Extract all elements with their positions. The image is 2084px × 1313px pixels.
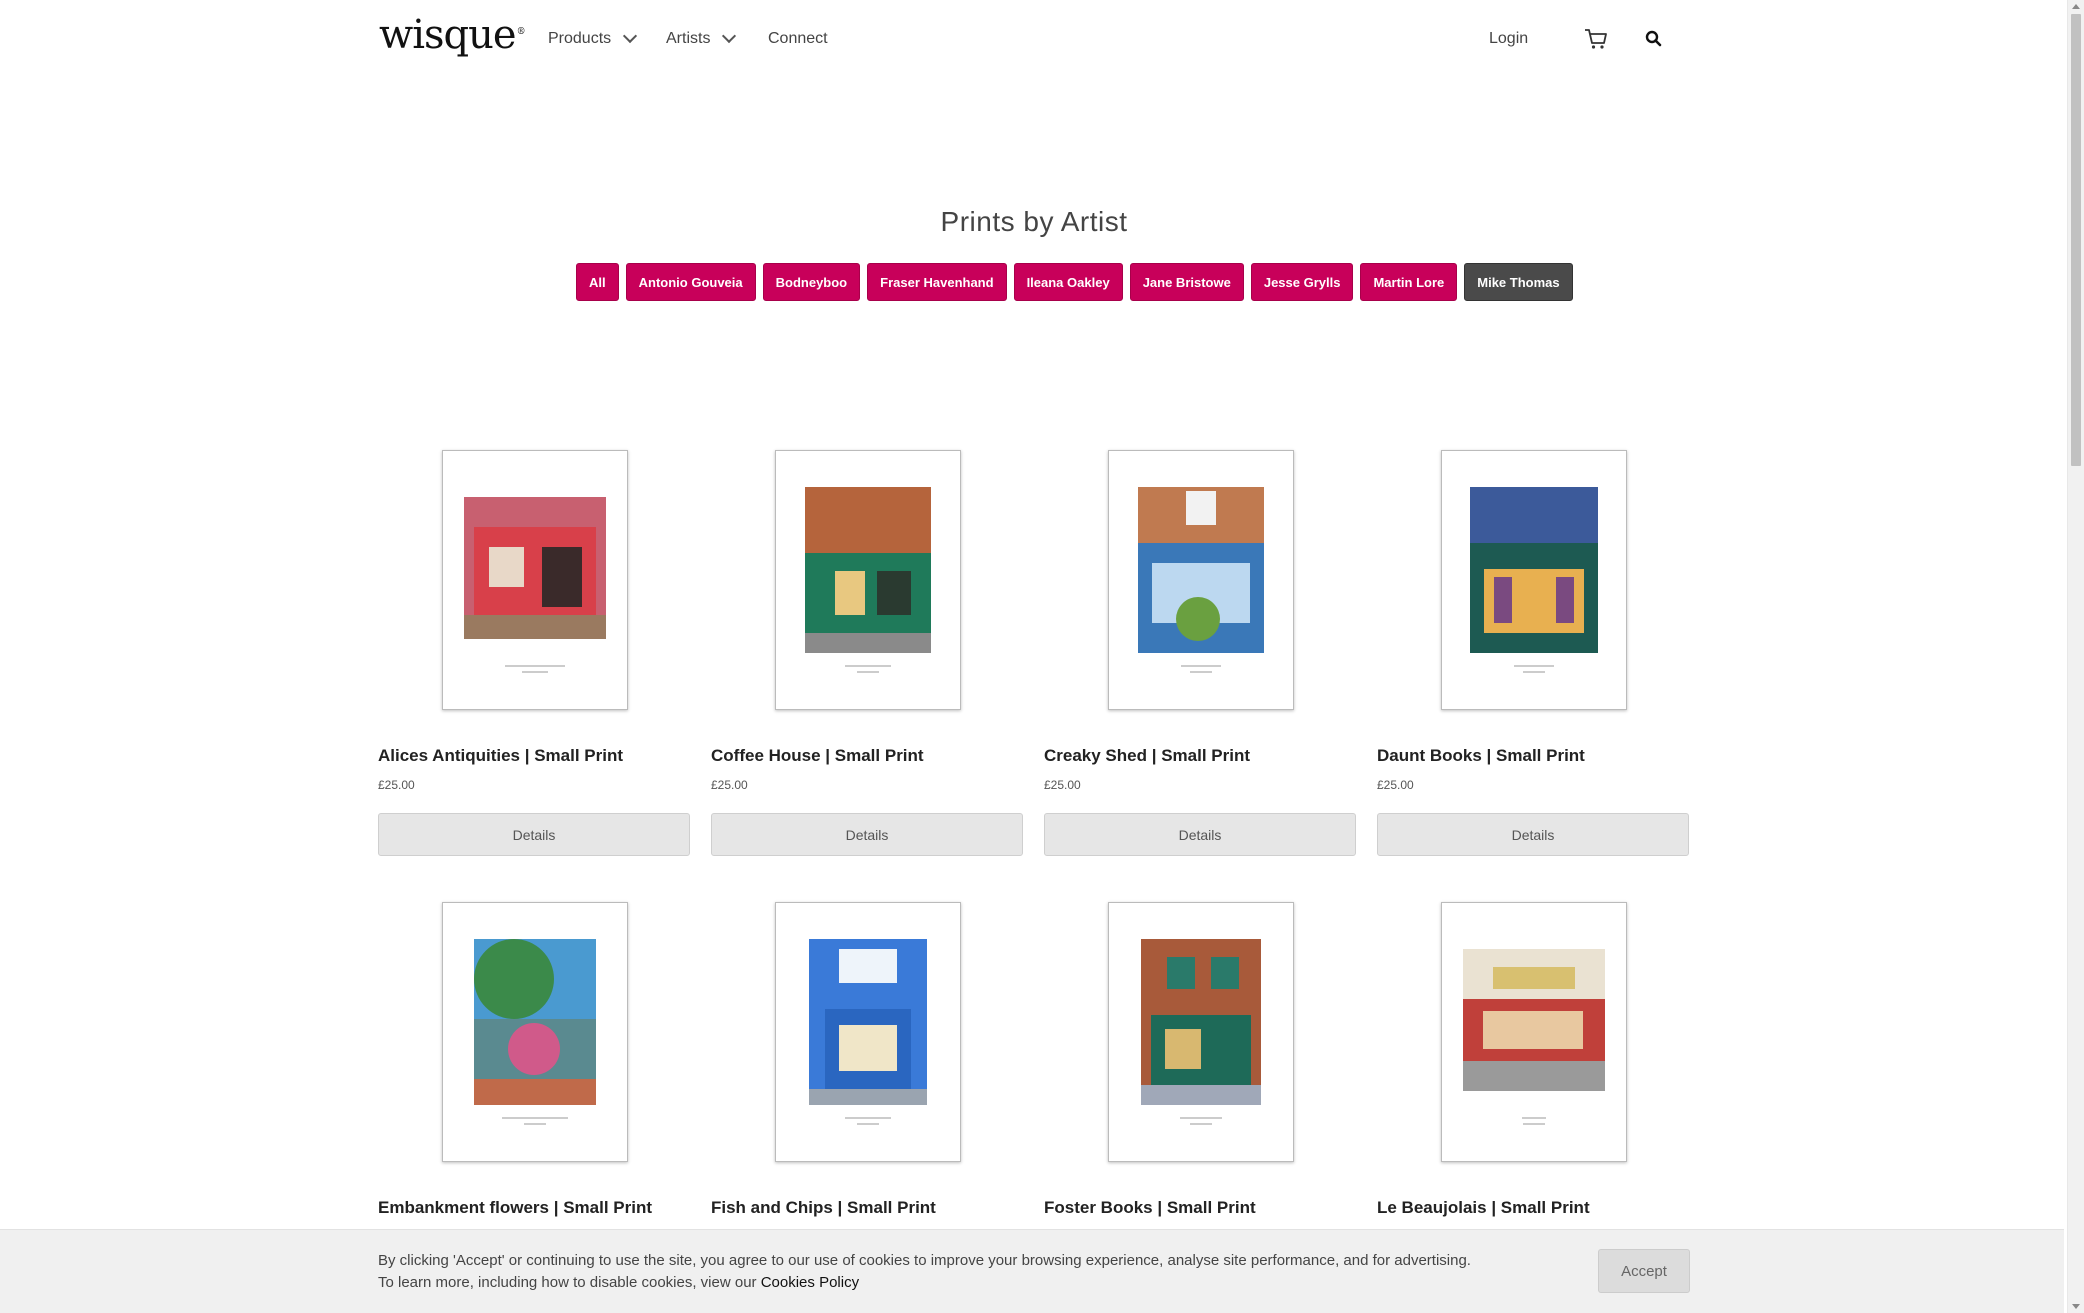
product-title[interactable]: Le Beaujolais | Small Print	[1377, 1198, 1590, 1218]
page-scrollbar[interactable]	[2067, 0, 2084, 1313]
product-grid: Alices Antiquities | Small Print £25.00 …	[378, 450, 1691, 1308]
product-price: £25.00	[1377, 778, 1414, 792]
product-title[interactable]: Foster Books | Small Print	[1044, 1198, 1256, 1218]
product-image[interactable]	[442, 902, 628, 1162]
product-card: Alices Antiquities | Small Print £25.00 …	[378, 450, 690, 856]
filter-jesse-grylls[interactable]: Jesse Grylls	[1250, 263, 1354, 301]
login-link[interactable]: Login	[1489, 30, 1528, 48]
product-image[interactable]	[775, 902, 961, 1162]
print-artwork	[464, 497, 606, 639]
nav-artists-label: Artists	[666, 30, 711, 47]
product-title[interactable]: Alices Antiquities | Small Print	[378, 746, 623, 766]
filter-bodneyboo[interactable]: Bodneyboo	[762, 263, 861, 301]
print-artwork	[809, 939, 927, 1105]
nav-connect-label: Connect	[768, 30, 828, 47]
product-image[interactable]	[442, 450, 628, 710]
wisque-logo[interactable]: wisque®	[379, 12, 526, 58]
site-header: wisque® Products Artists Connect Login	[0, 0, 2064, 80]
product-price: £25.00	[711, 778, 748, 792]
scroll-up-arrow-icon[interactable]	[2072, 4, 2080, 9]
details-button[interactable]: Details	[1044, 813, 1356, 856]
cookie-line-1: By clicking 'Accept' or continuing to us…	[378, 1252, 1471, 1269]
details-button[interactable]: Details	[1377, 813, 1689, 856]
nav-products[interactable]: Products	[548, 28, 638, 48]
filter-fraser-havenhand[interactable]: Fraser Havenhand	[867, 263, 1007, 301]
product-title[interactable]: Creaky Shed | Small Print	[1044, 746, 1250, 766]
filter-martin-lore[interactable]: Martin Lore	[1360, 263, 1458, 301]
product-image[interactable]	[1108, 902, 1294, 1162]
print-artwork	[1141, 939, 1261, 1105]
product-image[interactable]	[775, 450, 961, 710]
cookie-line-2: To learn more, including how to disable …	[378, 1274, 860, 1291]
product-title[interactable]: Embankment flowers | Small Print	[378, 1198, 652, 1218]
print-artwork	[1138, 487, 1264, 653]
search-icon[interactable]	[1645, 30, 1663, 48]
product-card: Coffee House | Small Print £25.00 Detail…	[711, 450, 1023, 856]
nav-artists[interactable]: Artists	[666, 28, 737, 48]
details-button[interactable]: Details	[378, 813, 690, 856]
print-artwork	[474, 939, 596, 1105]
filter-jane-bristowe[interactable]: Jane Bristowe	[1129, 263, 1244, 301]
filter-ileana-oakley[interactable]: Ileana Oakley	[1013, 263, 1123, 301]
product-title[interactable]: Coffee House | Small Print	[711, 746, 924, 766]
chevron-down-icon	[722, 28, 737, 44]
accept-cookies-button[interactable]: Accept	[1598, 1249, 1690, 1293]
print-artwork	[1470, 487, 1598, 653]
product-price: £25.00	[1044, 778, 1081, 792]
chevron-down-icon	[623, 28, 638, 44]
product-price: £25.00	[378, 778, 415, 792]
filter-all[interactable]: All	[576, 263, 619, 301]
cookie-message: By clicking 'Accept' or continuing to us…	[378, 1250, 1578, 1294]
nav-connect[interactable]: Connect	[768, 30, 828, 48]
product-image[interactable]	[1441, 902, 1627, 1162]
cart-icon[interactable]	[1584, 28, 1608, 50]
filter-antonio-gouveia[interactable]: Antonio Gouveia	[625, 263, 756, 301]
cookies-policy-link[interactable]: Cookies Policy	[761, 1274, 859, 1291]
page-title: Prints by Artist	[940, 206, 1128, 237]
nav-products-label: Products	[548, 30, 612, 47]
product-card: Daunt Books | Small Print £25.00 Details	[1377, 450, 1689, 856]
product-card: Creaky Shed | Small Print £25.00 Details	[1044, 450, 1356, 856]
product-title[interactable]: Fish and Chips | Small Print	[711, 1198, 936, 1218]
product-image[interactable]	[1441, 450, 1627, 710]
artist-filter-bar: All Antonio Gouveia Bodneyboo Fraser Hav…	[576, 263, 1573, 301]
details-button[interactable]: Details	[711, 813, 1023, 856]
print-artwork	[805, 487, 931, 653]
print-artwork	[1463, 949, 1605, 1091]
product-title[interactable]: Daunt Books | Small Print	[1377, 746, 1585, 766]
cookie-banner: By clicking 'Accept' or continuing to us…	[0, 1229, 2064, 1313]
filter-mike-thomas[interactable]: Mike Thomas	[1464, 263, 1573, 301]
scrollbar-thumb[interactable]	[2071, 14, 2081, 466]
product-image[interactable]	[1108, 450, 1294, 710]
scroll-down-arrow-icon[interactable]	[2072, 1304, 2080, 1309]
